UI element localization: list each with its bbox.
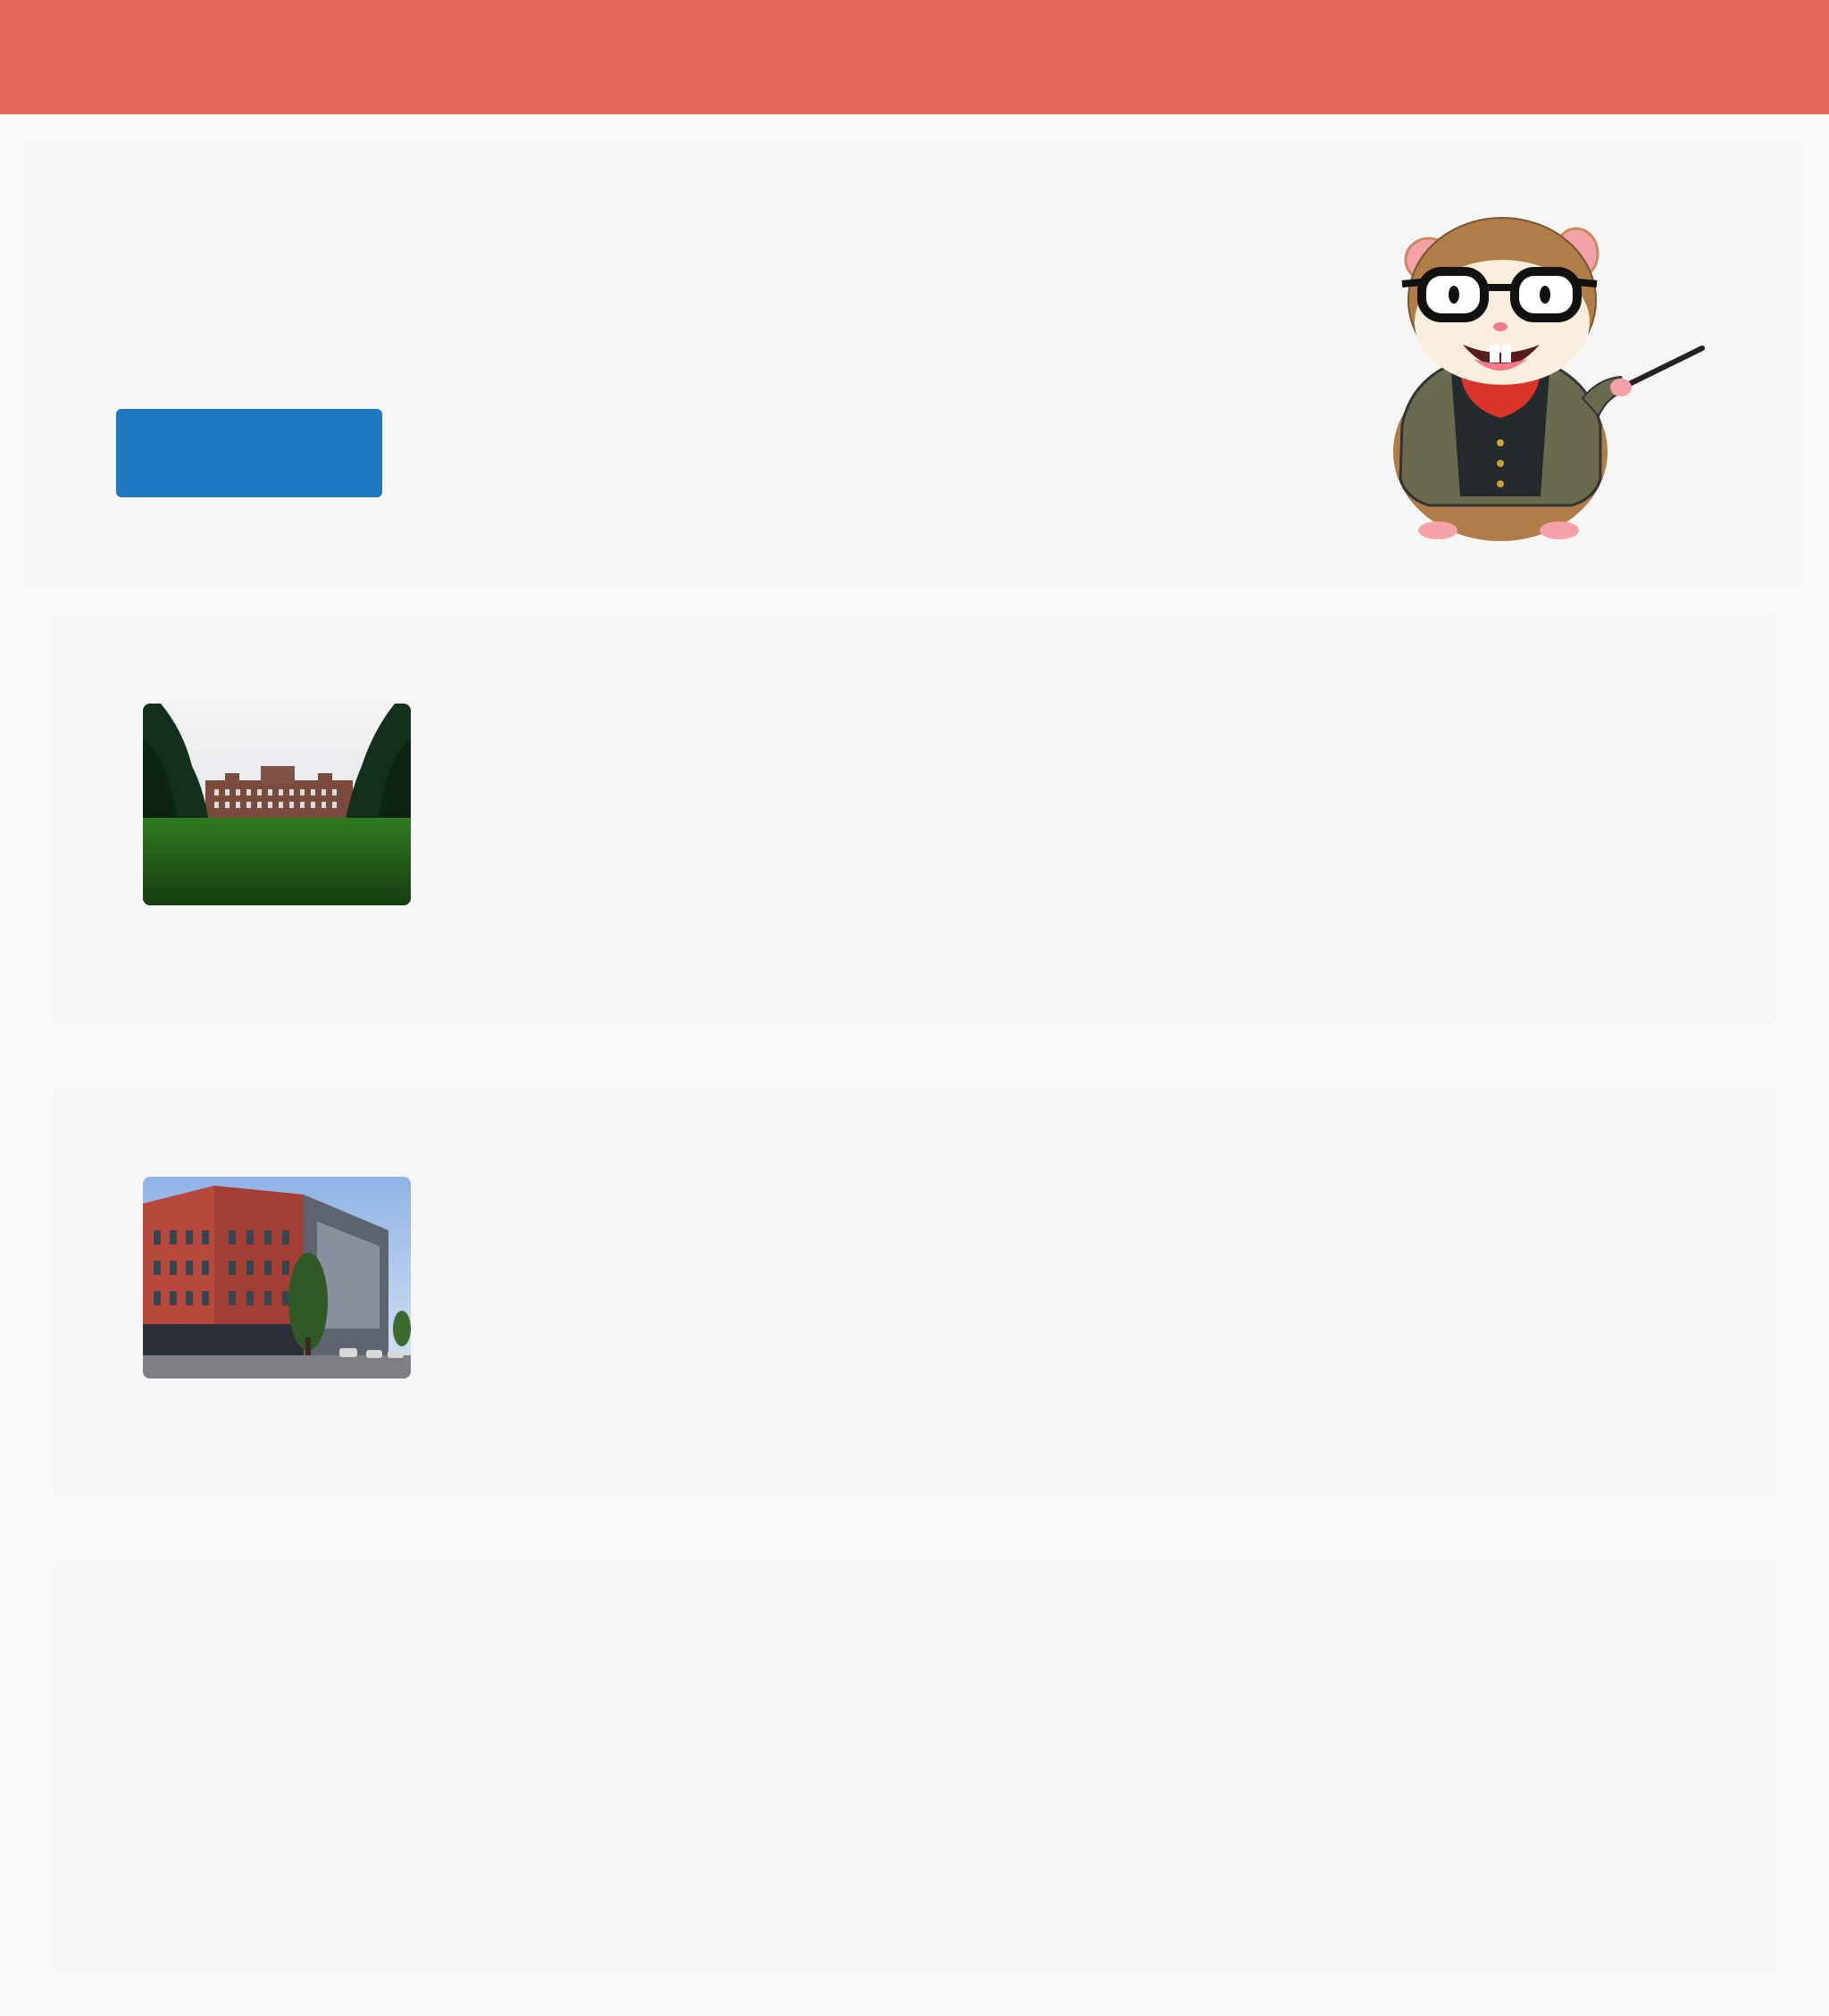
- listing-card: [54, 614, 1775, 1025]
- top-navigation-bar: [0, 0, 1829, 114]
- hero-banner: [27, 141, 1802, 587]
- hamster-teacher-mascot-icon: [1349, 184, 1724, 541]
- brick-building-photo[interactable]: [143, 1177, 411, 1379]
- hero-cta-button[interactable]: [116, 409, 382, 497]
- listing-card: [54, 1561, 1775, 1971]
- listing-card: [54, 1087, 1775, 1498]
- mansion-lawn-photo[interactable]: [143, 704, 411, 905]
